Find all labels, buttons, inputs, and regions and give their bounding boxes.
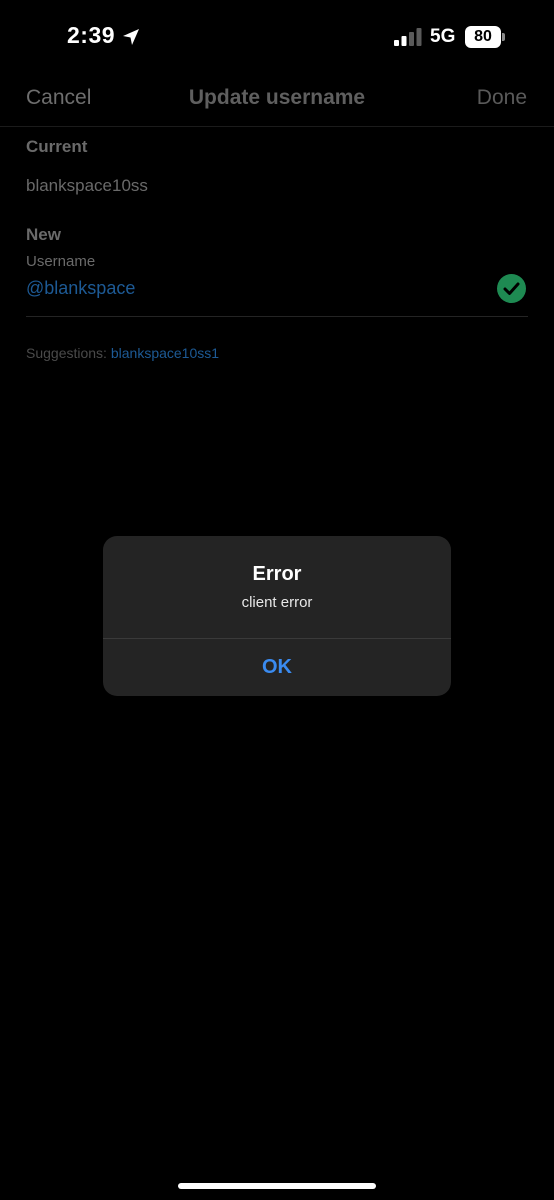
home-indicator[interactable]: [178, 1183, 376, 1189]
checkmark-circle-icon: [497, 274, 526, 303]
suggestions: Suggestions: blankspace10ss1: [26, 345, 219, 361]
field-divider: [26, 316, 528, 317]
status-bar: 2:39 5G 80: [0, 0, 554, 76]
current-heading: Current: [26, 137, 88, 156]
battery-level: 80: [474, 28, 492, 45]
username-field-label: Username: [26, 253, 96, 270]
alert-message: client error: [241, 594, 313, 611]
done-button[interactable]: Done: [477, 86, 527, 110]
new-heading: New: [26, 225, 61, 244]
current-username: blankspace10ss: [26, 176, 148, 195]
status-time: 2:39: [67, 22, 116, 48]
page-title: Update username: [188, 86, 366, 109]
alert-title: Error: [252, 563, 302, 585]
suggestion-link[interactable]: blankspace10ss1: [111, 345, 219, 361]
location-arrow-icon: [123, 29, 139, 45]
cellular-signal-icon: [394, 28, 422, 46]
battery-icon: 80: [465, 26, 505, 48]
username-input[interactable]: @blankspace: [26, 278, 135, 299]
error-alert-dialog: Error client error OK: [103, 536, 451, 696]
ok-button[interactable]: OK: [103, 639, 451, 696]
battery-cap: [502, 33, 505, 41]
suggestions-label: Suggestions:: [26, 345, 111, 361]
network-type: 5G: [430, 26, 456, 47]
navigation-bar: Cancel Update username Done: [0, 76, 554, 127]
